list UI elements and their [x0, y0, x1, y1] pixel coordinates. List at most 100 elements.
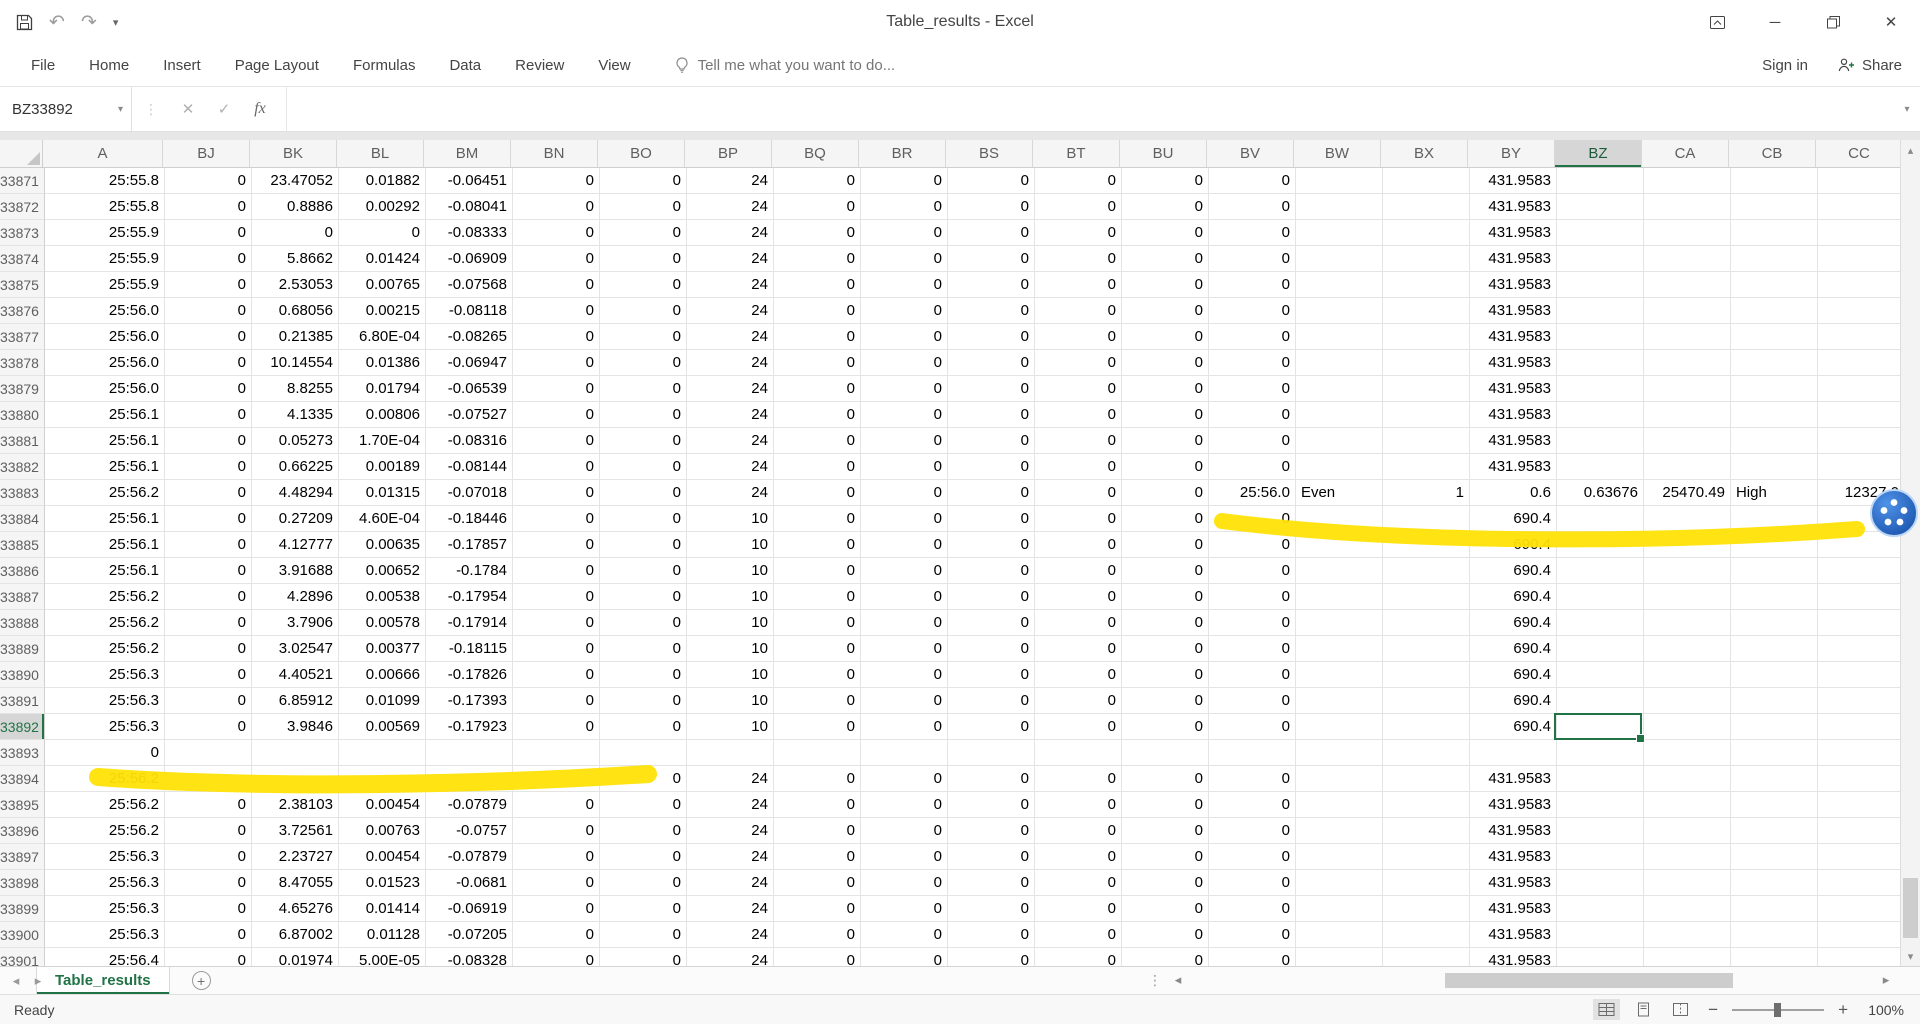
cell-A33897[interactable]: 25:56.3 — [44, 844, 165, 870]
cell-BQ33889[interactable]: 0 — [773, 636, 861, 662]
cell-BP33879[interactable]: 24 — [686, 376, 774, 402]
cell-BW33892[interactable] — [1295, 714, 1383, 740]
cell-BW33877[interactable] — [1295, 324, 1383, 350]
cell-BX33896[interactable] — [1382, 818, 1470, 844]
cell-BL33901[interactable]: 5.00E-05 — [339, 948, 426, 966]
cell-CA33886[interactable] — [1643, 558, 1731, 584]
cell-BT33886[interactable]: 0 — [1034, 558, 1122, 584]
cell-BY33874[interactable]: 431.9583 — [1469, 246, 1557, 272]
cell-BZ33871[interactable] — [1556, 168, 1644, 194]
cell-BV33882[interactable]: 0 — [1208, 454, 1296, 480]
cell-BU33901[interactable]: 0 — [1122, 948, 1209, 966]
cell-BT33889[interactable]: 0 — [1034, 636, 1122, 662]
row-header-33886[interactable]: 33886 — [0, 558, 45, 584]
cell-BO33875[interactable]: 0 — [599, 272, 687, 298]
cell-CC33895[interactable] — [1817, 792, 1900, 818]
cell-CB33890[interactable] — [1730, 662, 1818, 688]
row-header-33879[interactable]: 33879 — [0, 376, 45, 402]
cell-BN33878[interactable]: 0 — [512, 350, 600, 376]
cell-BS33871[interactable]: 0 — [947, 168, 1035, 194]
cell-BR33874[interactable]: 0 — [860, 246, 948, 272]
cell-BO33883[interactable]: 0 — [599, 480, 687, 506]
column-header-BX[interactable]: BX — [1381, 140, 1468, 167]
cell-BP33895[interactable]: 24 — [686, 792, 774, 818]
cell-BN33884[interactable]: 0 — [512, 506, 600, 532]
cell-BP33894[interactable]: 24 — [686, 766, 774, 792]
cell-BR33900[interactable]: 0 — [860, 922, 948, 948]
row-header-33896[interactable]: 33896 — [0, 818, 45, 844]
cell-BS33878[interactable]: 0 — [947, 350, 1035, 376]
cell-A33879[interactable]: 25:56.0 — [44, 376, 165, 402]
cell-CB33896[interactable] — [1730, 818, 1818, 844]
cell-BY33900[interactable]: 431.9583 — [1469, 922, 1557, 948]
cell-BL33892[interactable]: 0.00569 — [338, 714, 426, 740]
cell-BP33878[interactable]: 24 — [686, 350, 774, 376]
cell-BO33879[interactable]: 0 — [599, 376, 687, 402]
cell-BY33891[interactable]: 690.4 — [1469, 688, 1557, 714]
cell-BY33872[interactable]: 431.9583 — [1469, 194, 1557, 220]
cell-BS33889[interactable]: 0 — [947, 636, 1035, 662]
cell-CC33880[interactable] — [1817, 402, 1900, 428]
cell-BZ33877[interactable] — [1556, 324, 1644, 350]
cell-BL33890[interactable]: 0.00666 — [338, 662, 426, 688]
view-page-layout-button[interactable] — [1630, 999, 1657, 1020]
cancel-icon[interactable]: ✕ — [170, 100, 206, 118]
row-header-33884[interactable]: 33884 — [0, 506, 45, 532]
cell-BK33891[interactable]: 6.85912 — [251, 688, 339, 714]
cell-CC33890[interactable] — [1817, 662, 1900, 688]
cell-BZ33879[interactable] — [1556, 376, 1644, 402]
row-header-33897[interactable]: 33897 — [0, 844, 45, 870]
cell-BN33895[interactable]: 0 — [512, 792, 600, 818]
zoom-level-label[interactable]: 100% — [1862, 1002, 1904, 1018]
cell-CC33875[interactable] — [1817, 272, 1900, 298]
cell-CA33890[interactable] — [1643, 662, 1731, 688]
cell-BN33892[interactable]: 0 — [512, 714, 600, 740]
row-header-33889[interactable]: 33889 — [0, 636, 45, 662]
cell-BX33893[interactable] — [1382, 740, 1470, 766]
vertical-scrollbar[interactable]: ▴ ▾ — [1900, 140, 1920, 966]
cell-BR33882[interactable]: 0 — [860, 454, 948, 480]
cell-BP33888[interactable]: 10 — [686, 610, 774, 636]
cell-BW33893[interactable] — [1295, 740, 1383, 766]
ribbon-display-options-button[interactable] — [1688, 0, 1746, 44]
cell-BP33899[interactable]: 24 — [686, 896, 774, 922]
cell-CB33897[interactable] — [1730, 844, 1818, 870]
cell-BT33881[interactable]: 0 — [1034, 428, 1122, 454]
cell-BK33894[interactable] — [251, 766, 339, 792]
cell-BR33898[interactable]: 0 — [860, 870, 948, 896]
cell-BK33893[interactable] — [251, 740, 339, 766]
cell-BR33872[interactable]: 0 — [860, 194, 948, 220]
cell-BP33889[interactable]: 10 — [686, 636, 774, 662]
cell-BL33887[interactable]: 0.00538 — [338, 584, 426, 610]
cell-BL33886[interactable]: 0.00652 — [338, 558, 426, 584]
cell-BO33882[interactable]: 0 — [599, 454, 687, 480]
cell-BX33888[interactable] — [1382, 610, 1470, 636]
add-sheet-button[interactable]: + — [191, 971, 211, 990]
cell-BZ33890[interactable] — [1556, 662, 1644, 688]
cell-BK33885[interactable]: 4.12777 — [251, 532, 339, 558]
cell-A33890[interactable]: 25:56.3 — [44, 662, 165, 688]
cell-BX33885[interactable] — [1382, 532, 1470, 558]
cell-BZ33873[interactable] — [1556, 220, 1644, 246]
cell-BJ33898[interactable]: 0 — [164, 870, 252, 896]
cell-BW33898[interactable] — [1295, 870, 1383, 896]
cell-BT33872[interactable]: 0 — [1034, 194, 1122, 220]
cell-CC33894[interactable] — [1817, 766, 1900, 792]
cell-BQ33899[interactable]: 0 — [773, 896, 861, 922]
sheet-nav-right-icon[interactable]: ▸ — [26, 973, 50, 989]
cell-BN33888[interactable]: 0 — [512, 610, 600, 636]
cell-BY33879[interactable]: 431.9583 — [1469, 376, 1557, 402]
cell-BP33890[interactable]: 10 — [686, 662, 774, 688]
cell-BL33879[interactable]: 0.01794 — [338, 376, 426, 402]
cell-BY33894[interactable]: 431.9583 — [1469, 766, 1557, 792]
cell-BR33873[interactable]: 0 — [860, 220, 948, 246]
cell-BU33886[interactable]: 0 — [1121, 558, 1209, 584]
row-header-33893[interactable]: 33893 — [0, 740, 45, 766]
cell-BX33878[interactable] — [1382, 350, 1470, 376]
cell-BV33887[interactable]: 0 — [1208, 584, 1296, 610]
cell-BT33879[interactable]: 0 — [1034, 376, 1122, 402]
row-header-33899[interactable]: 33899 — [0, 896, 45, 922]
tab-scroll-grip[interactable]: ⋮ — [1148, 972, 1162, 989]
zoom-slider-thumb[interactable] — [1774, 1002, 1782, 1017]
cell-BU33893[interactable] — [1121, 740, 1209, 766]
